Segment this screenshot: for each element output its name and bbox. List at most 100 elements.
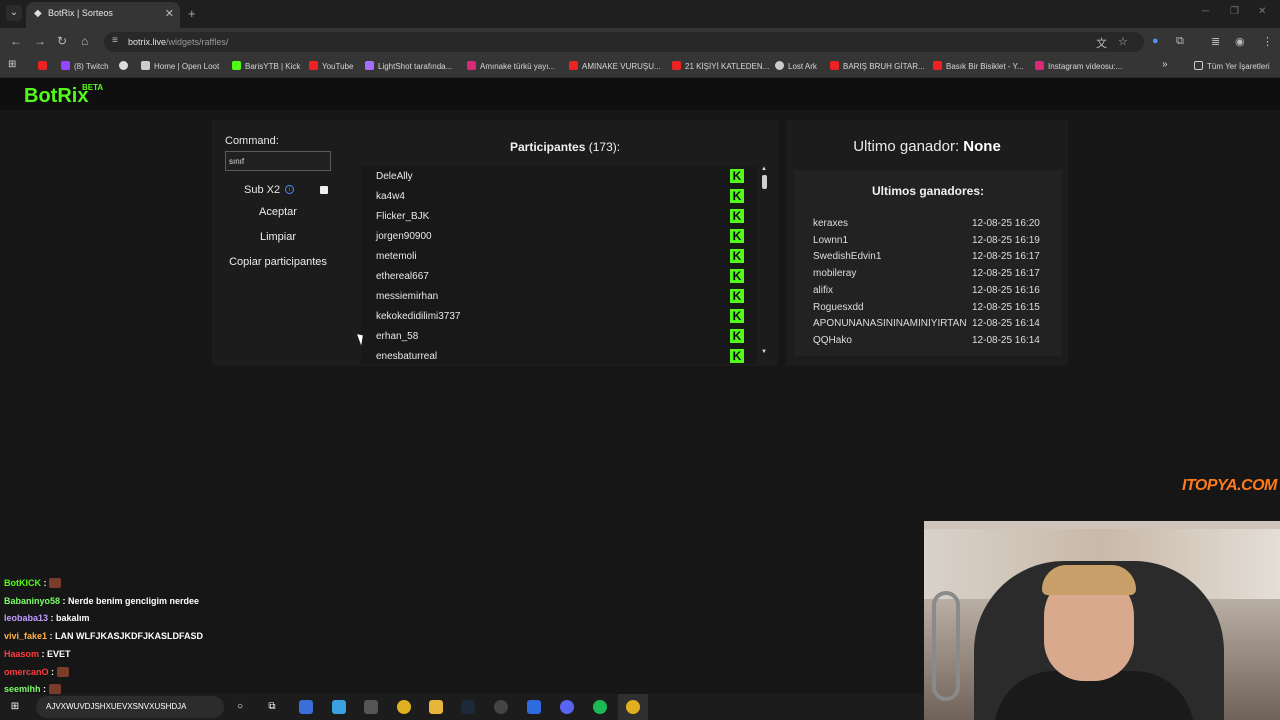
participant-row: DeleAlly K [361, 166, 745, 186]
winner-name: Roguesxdd [813, 301, 864, 313]
chat-separator: : [48, 666, 57, 677]
participants-title: Participantes (173): [510, 140, 621, 154]
chrome-icon[interactable] [397, 700, 411, 714]
browser-tab-strip: ⌄ ◆ BotRix | Sorteos ✕ + ─ ❐ ✕ [0, 0, 1280, 28]
participant-row: metemoli K [361, 246, 745, 266]
bookmark-youtube-2[interactable]: YouTube [309, 61, 353, 71]
copilot-icon[interactable] [332, 700, 346, 714]
task-view-icon[interactable]: ⧉ [265, 700, 279, 714]
bookmark-youtube-3[interactable]: AMINAKE VURUŞU... [569, 61, 661, 71]
webcam-streamer-hair [1042, 565, 1136, 595]
chrome-active-icon[interactable] [626, 700, 640, 714]
site-header: BotRix BETA [0, 78, 1280, 110]
itopya-watermark: ITOPYA.COM [1182, 477, 1277, 494]
chat-text: LAN WLFJKASJKDFJKASLDFASD [55, 631, 204, 642]
winner-row: alifix 12-08-25 16:16 [813, 285, 1053, 301]
file-explorer-icon[interactable] [429, 700, 443, 714]
tab-close-icon[interactable]: ✕ [165, 7, 174, 20]
windows-start-icon[interactable]: ⊞ [8, 700, 22, 714]
info-icon[interactable]: i [285, 185, 294, 194]
bookmark-kick[interactable]: BarisYTB | Kick [232, 61, 300, 71]
forward-icon[interactable]: → [34, 34, 46, 48]
bookmark-youtube-1[interactable] [38, 61, 51, 71]
bookmark-lostark[interactable]: Lost Ark [775, 61, 817, 71]
clear-button[interactable]: Limpiar [225, 227, 331, 247]
bookmark-youtube-6[interactable]: Basık Bir Bisiklet - Y... [933, 61, 1024, 71]
taskbar-search[interactable]: AJVXWUVDJSHXUEVXSNVXUSHDJA [36, 696, 224, 718]
bookmark-lightshot[interactable]: LightShot tarafında... [365, 61, 452, 71]
chat-message: vivi_fake1 : LAN WLFJKASJKDFJKASLDFASD [4, 631, 203, 641]
tab-title: BotRix | Sorteos [48, 8, 113, 18]
bookmark-instagram-1[interactable]: Amınake türkü yayı... [467, 61, 555, 71]
translate-icon[interactable]: 文 [1096, 35, 1107, 51]
apps-grid-icon[interactable]: ⊞ [8, 59, 16, 70]
botrix-logo[interactable]: BotRix [24, 85, 88, 108]
chat-message: omercanO : [4, 666, 69, 677]
participant-name: ka4w4 [376, 191, 405, 202]
site-info-icon[interactable]: ≡ [112, 35, 118, 46]
reload-icon[interactable]: ↻ [57, 34, 67, 48]
bookmark-youtube-5[interactable]: BARIŞ BRUH GİTAR... [830, 61, 925, 71]
scroll-up-icon[interactable]: ▲ [761, 166, 767, 172]
menu-kebab-icon[interactable]: ⋮ [1262, 35, 1273, 48]
minimize-icon[interactable]: ─ [1202, 6, 1209, 17]
tab-search-menu-icon[interactable]: ⌄ [6, 5, 22, 21]
chat-separator: : [40, 684, 49, 695]
new-tab-icon[interactable]: + [188, 6, 196, 21]
kick-platform-icon: K [730, 229, 744, 243]
winner-row: Lownn1 12-08-25 16:19 [813, 235, 1053, 251]
winner-name: Lownn1 [813, 234, 849, 246]
command-input[interactable] [225, 151, 331, 171]
chat-emote-icon [49, 578, 61, 588]
chat-separator: : [41, 578, 49, 588]
chat-separator: : [48, 613, 57, 624]
store-icon[interactable] [364, 700, 378, 714]
profile-extension-icon[interactable]: ● [1152, 35, 1159, 47]
bookmark-google[interactable] [119, 61, 132, 71]
kick-platform-icon: K [730, 329, 744, 343]
cortana-icon[interactable]: ○ [233, 700, 247, 714]
participants-list[interactable]: DeleAlly Kka4w4 K Flicker_BJK Kjorgen90900 Km… [361, 166, 757, 364]
copy-participants-button[interactable]: Copiar participantes [217, 252, 339, 272]
kick-platform-icon: K [730, 249, 744, 263]
maximize-icon[interactable]: ❐ [1230, 6, 1239, 17]
app-icon-3[interactable] [527, 700, 541, 714]
chat-emote-icon [48, 684, 61, 695]
discord-icon[interactable] [560, 700, 574, 714]
youtube-icon [830, 61, 839, 70]
steam-icon[interactable] [461, 700, 475, 714]
youtube-icon [569, 61, 578, 70]
accept-button[interactable]: Aceptar [225, 202, 331, 222]
account-avatar-icon[interactable]: ◉ [1235, 35, 1245, 48]
bookmark-instagram-2[interactable]: Instagram videosu:... [1035, 61, 1122, 71]
scroll-down-icon[interactable]: ▼ [761, 349, 767, 355]
scrollbar-thumb[interactable] [762, 175, 767, 189]
bookmark-youtube-4[interactable]: 21 KİŞİYİ KATLEDEN... [672, 61, 769, 71]
tab-botrix[interactable]: ◆ BotRix | Sorteos ✕ [26, 2, 180, 28]
lightshot-icon [365, 61, 374, 70]
youtube-icon [38, 61, 47, 70]
youtube-icon [672, 61, 681, 70]
media-control-icon[interactable]: ≣ [1211, 35, 1220, 48]
more-bookmarks-icon[interactable]: » [1162, 59, 1168, 70]
chat-message: leobaba13 : bakalım [4, 613, 90, 623]
close-window-icon[interactable]: ✕ [1258, 6, 1266, 17]
back-icon[interactable]: ← [10, 34, 22, 48]
spotify-icon[interactable] [593, 700, 607, 714]
kick-platform-icon: K [730, 309, 744, 323]
browser-toolbar: ← → ↻ ⌂ ≡ botrix.live/widgets/raffles/ 文… [0, 28, 1280, 56]
sub-x2-checkbox[interactable] [320, 186, 328, 194]
address-bar[interactable]: ≡ botrix.live/widgets/raffles/ 文 ☆ [104, 32, 1144, 52]
participant-row: messiemirhan K [361, 286, 745, 306]
all-bookmarks-folder[interactable]: Tüm Yer İşaretleri [1194, 61, 1270, 71]
home-icon[interactable]: ⌂ [81, 34, 88, 48]
winner-name: mobileray [813, 268, 857, 280]
bookmark-twitch[interactable]: (8) Twitch [61, 61, 109, 71]
extensions-icon[interactable]: ⧉ [1176, 35, 1184, 48]
bookmark-star-icon[interactable]: ☆ [1118, 35, 1128, 48]
winner-row: mobileray 12-08-25 16:17 [813, 268, 1053, 284]
app-icon-1[interactable] [299, 700, 313, 714]
app-icon-2[interactable] [494, 700, 508, 714]
bookmark-openloot[interactable]: Home | Open Loot [141, 61, 219, 71]
beta-badge: BETA [82, 83, 104, 92]
